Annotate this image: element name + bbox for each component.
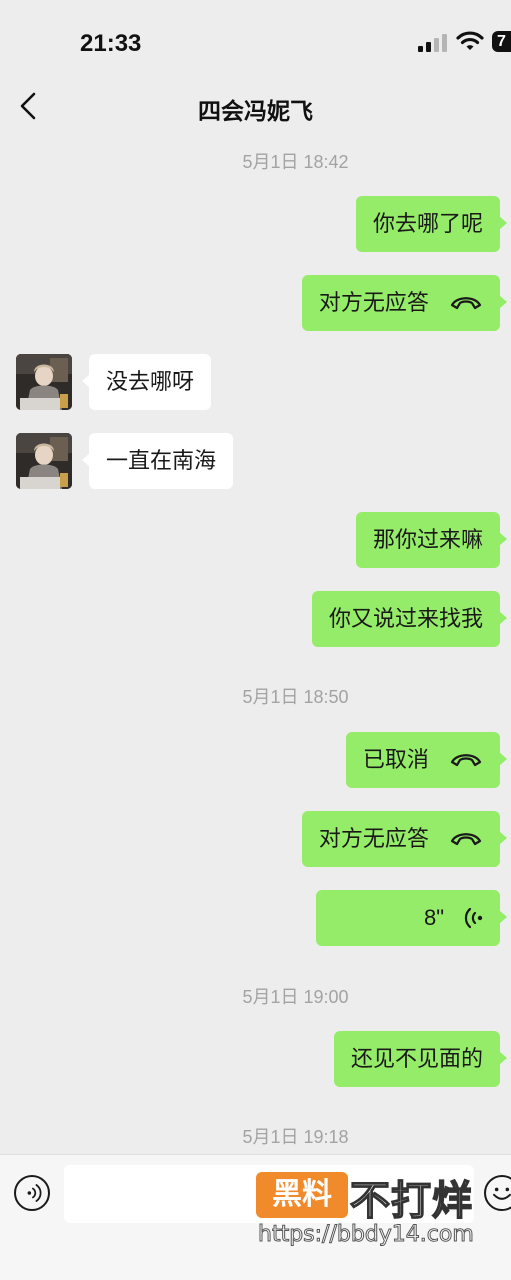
message-text: 已取消 [362,747,429,772]
phone-hangup-icon [450,833,482,846]
watermark-badge: 黑料 [256,1172,348,1218]
call-record-message[interactable]: 对方无应答 [301,811,508,867]
signal-icon [418,34,448,52]
avatar-image [16,433,72,489]
voice-input-icon[interactable] [14,1175,50,1211]
battery-icon: 7 [492,31,511,52]
sent-message[interactable]: 你去哪了呢 [355,196,508,252]
watermark-text: 不打烊 [349,1177,473,1225]
message-text: 还见不见面的 [350,1046,483,1071]
message-text: 没去哪呀 [106,369,195,394]
sent-message[interactable]: 你又说过来找我 [311,591,508,647]
wifi-icon [456,31,484,50]
emoji-icon[interactable] [484,1175,511,1211]
phone-hangup-icon [450,754,482,767]
status-bar: 21:33 7 [0,0,511,80]
contact-avatar[interactable] [16,354,72,410]
message-text: 你又说过来找我 [328,606,483,631]
voice-message[interactable]: 8" [316,890,507,946]
message-text: 你去哪了呢 [372,211,483,236]
avatar-image [16,354,72,410]
message-timestamp: 5月1日 19:00 [242,987,349,1007]
phone-hangup-icon [450,297,482,310]
contact-avatar[interactable] [16,433,72,489]
chat-title: 四会冯妮飞 [198,98,313,124]
watermark-url: https://bbdy14.com [258,1222,475,1248]
call-record-message[interactable]: 对方无应答 [301,275,508,331]
sent-message[interactable]: 那你过来嘛 [355,512,508,568]
message-timestamp: 5月1日 18:42 [242,152,349,172]
voice-wave-icon [464,907,483,929]
status-time: 21:33 [80,30,142,57]
voice-duration: 8" [423,905,444,930]
sent-message[interactable]: 还见不见面的 [333,1031,508,1087]
message-text: 一直在南海 [106,448,217,473]
call-record-message[interactable]: 已取消 [345,732,508,788]
message-timestamp: 5月1日 19:18 [242,1127,349,1147]
message-text: 那你过来嘛 [372,527,483,552]
received-message[interactable]: 一直在南海 [81,433,234,489]
message-text: 对方无应答 [318,826,429,851]
message-text: 对方无应答 [318,290,429,315]
message-timestamp: 5月1日 18:50 [242,687,349,707]
received-message[interactable]: 没去哪呀 [81,354,212,410]
chat-header: 四会冯妮飞 [0,80,511,132]
